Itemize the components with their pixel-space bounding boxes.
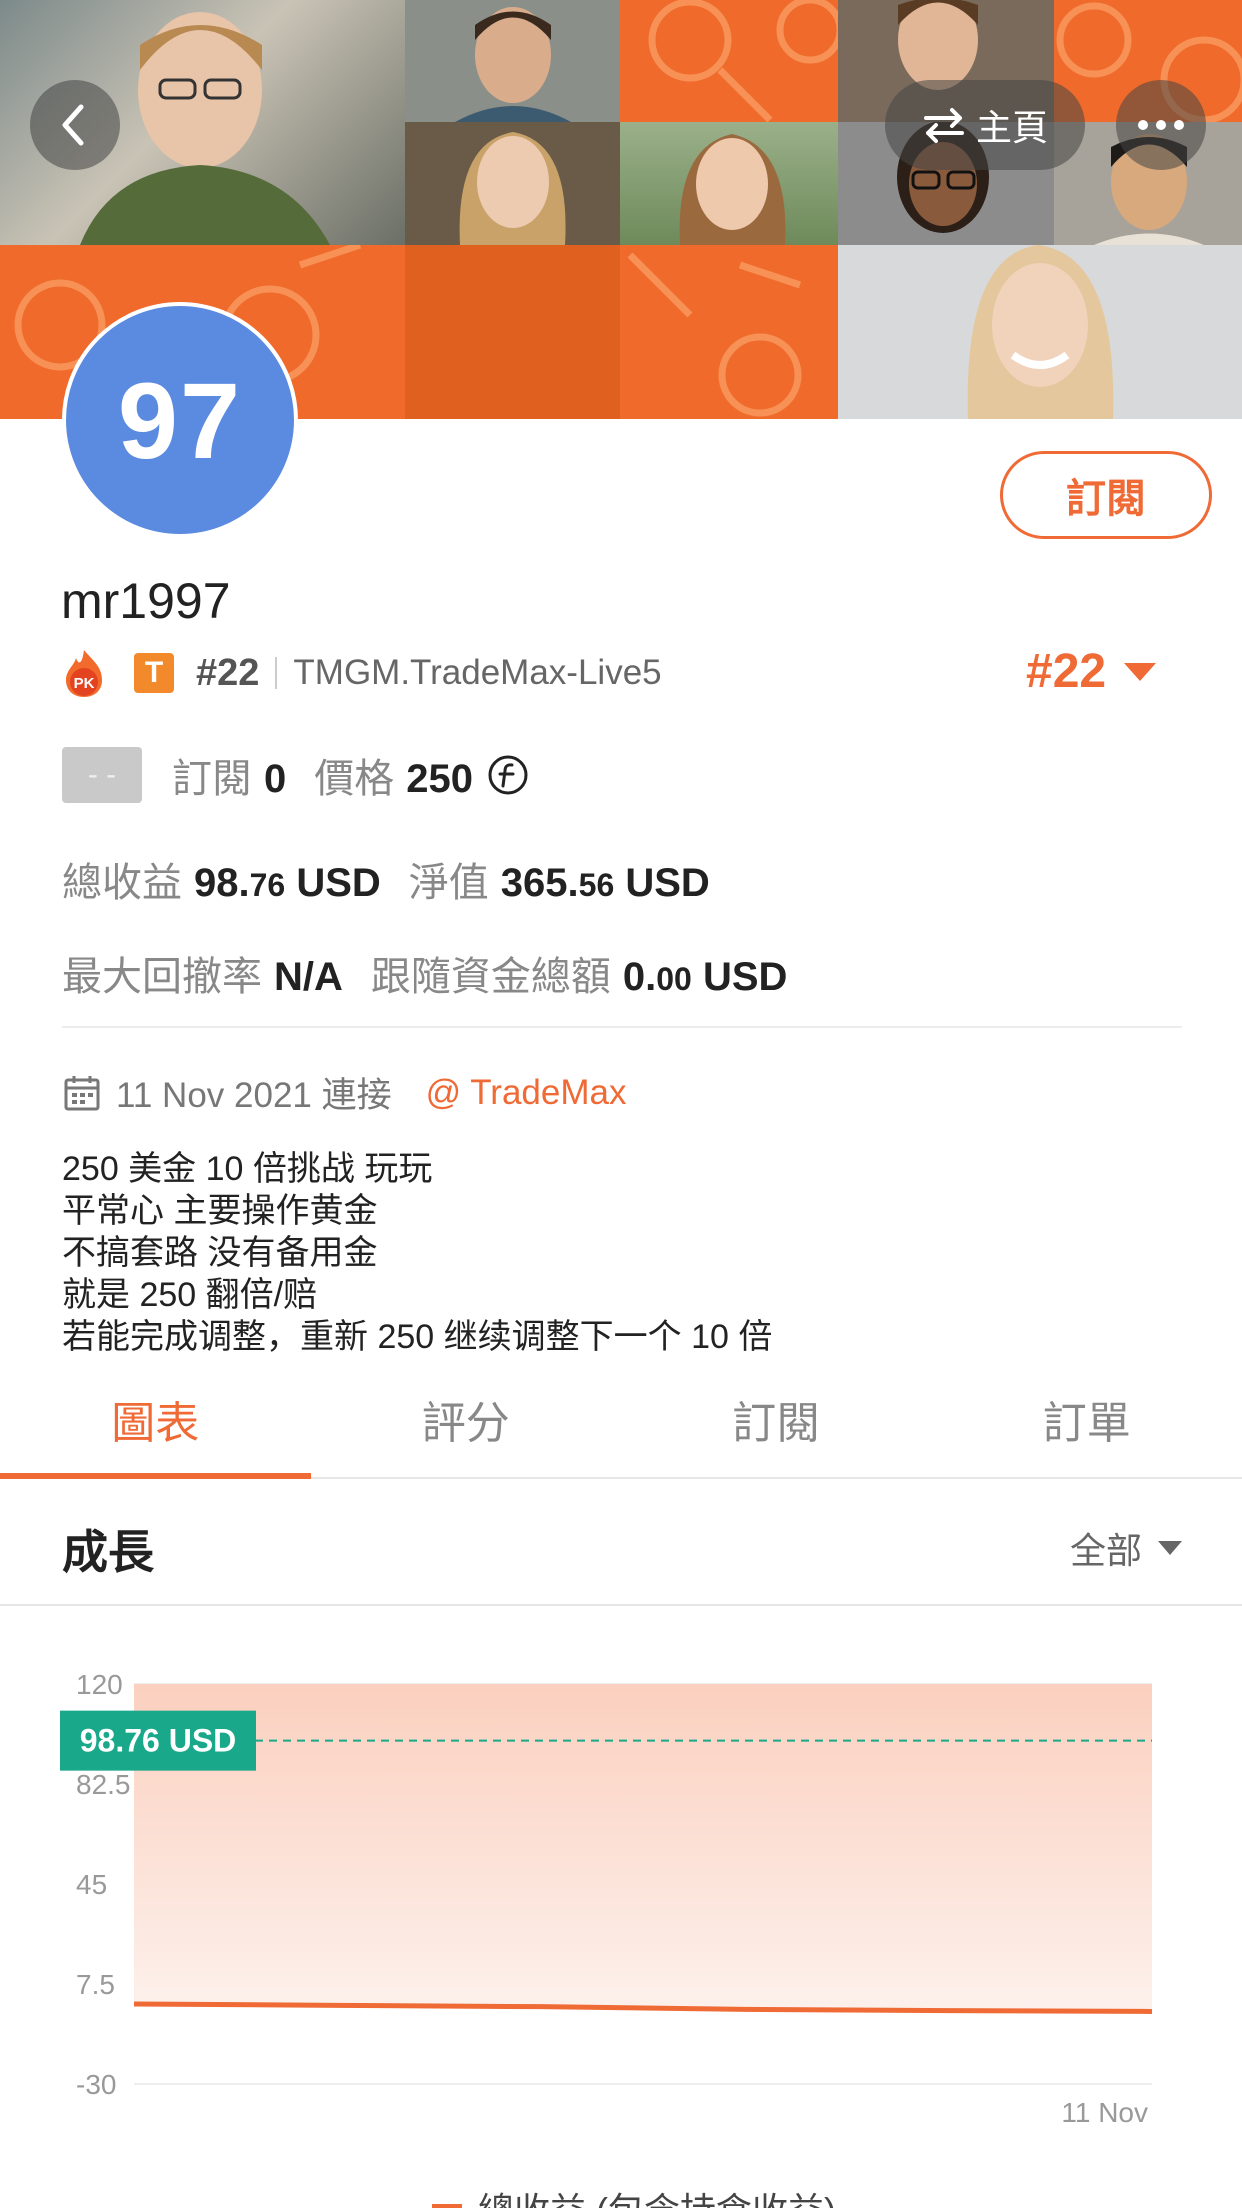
price-value: 250 bbox=[406, 757, 473, 801]
broker-link[interactable]: @ TradeMax bbox=[426, 1073, 627, 1113]
tab-chart[interactable]: 圖表 bbox=[0, 1375, 311, 1479]
total-profit-int: 98. bbox=[194, 861, 250, 905]
bio: 250 美金 10 倍挑战 玩玩 平常心 主要操作黄金 不搞套路 没有备用金 就… bbox=[62, 1148, 772, 1358]
bio-line: 若能完成调整，重新 250 继续调整下一个 10 倍 bbox=[62, 1318, 773, 1356]
equity-dec: 56 bbox=[578, 867, 615, 903]
pk-badge-text: PK bbox=[74, 675, 95, 692]
subscribe-button[interactable]: 訂閱 bbox=[1000, 451, 1212, 539]
max-drawdown-value: N/A bbox=[274, 955, 343, 999]
chevron-left-icon bbox=[62, 104, 84, 146]
more-button[interactable] bbox=[1116, 80, 1206, 170]
follow-funds-value: 0.00 USD bbox=[623, 955, 788, 1000]
badges-row: PK T #22 TMGM.TradeMax-Live5 bbox=[62, 646, 662, 700]
separator bbox=[275, 657, 278, 689]
total-profit-dec: 76 bbox=[249, 867, 286, 903]
tab-subscribe[interactable]: 訂閱 bbox=[621, 1375, 932, 1477]
tab-rating[interactable]: 評分 bbox=[311, 1375, 622, 1477]
equity-value: 365.56 USD bbox=[501, 861, 710, 906]
y-tick-label: -30 bbox=[76, 2069, 116, 2100]
banner-pattern-tile bbox=[620, 0, 838, 122]
rank-dropdown[interactable]: #22 bbox=[1026, 644, 1157, 699]
current-value-label: 98.76 USD bbox=[80, 1723, 237, 1759]
banner-pattern-tile bbox=[620, 245, 838, 419]
rank-small: #22 bbox=[196, 651, 260, 694]
equity-int: 365. bbox=[500, 861, 579, 905]
back-button[interactable] bbox=[30, 80, 120, 170]
avatar: 97 bbox=[62, 302, 298, 538]
legend-label: 總收益 (包含持倉收益) bbox=[478, 2182, 836, 2208]
x-tick-label: 11 Nov bbox=[1061, 2097, 1148, 2128]
follow-funds-unit: USD bbox=[702, 955, 788, 999]
tab-bar: 圖表 評分 訂閱 訂單 bbox=[0, 1375, 1242, 1479]
banner-photo-2 bbox=[405, 0, 620, 122]
divider bbox=[62, 1026, 1182, 1028]
equity-label: 淨值 bbox=[408, 861, 489, 905]
calendar-icon bbox=[64, 1075, 100, 1110]
follow-funds-int: 0. bbox=[622, 955, 657, 999]
banner-pattern-tile bbox=[405, 245, 620, 419]
stats-row-drawdown: 最大回撤率 N/A 跟隨資金總額 0.00 USD bbox=[62, 944, 815, 1002]
equity-unit: USD bbox=[625, 861, 710, 905]
banner-photo-5 bbox=[620, 122, 838, 245]
username: mr1997 bbox=[61, 573, 231, 629]
coin-icon bbox=[488, 755, 528, 795]
range-label: 全部 bbox=[1069, 1530, 1142, 1571]
subscribe-count-label: 訂閱 bbox=[172, 757, 252, 801]
range-selector[interactable]: 全部 bbox=[1070, 1522, 1182, 1574]
stats-row-profit: 總收益 98.76 USD 淨值 365.56 USD bbox=[62, 850, 738, 908]
caret-down-icon bbox=[1158, 1541, 1182, 1555]
stats-row-subscribe: - - 訂閱 0 價格 250 bbox=[62, 746, 529, 804]
subscribe-count-value: 0 bbox=[264, 757, 287, 801]
home-button[interactable]: 主頁 bbox=[885, 80, 1085, 170]
banner-photo-8 bbox=[838, 245, 1242, 419]
rank-big-label: #22 bbox=[1026, 645, 1107, 698]
join-row: 11 Nov 2021 連接 @ TradeMax bbox=[62, 1067, 626, 1118]
growth-chart-svg: 120 82.5 45 7.5 -30 98.76 USD 11 Nov bbox=[60, 1669, 1153, 2128]
y-tick-label: 120 bbox=[76, 1669, 123, 1700]
y-tick-label: 7.5 bbox=[76, 1969, 115, 2000]
total-profit-value: 98.76 USD bbox=[194, 861, 381, 906]
banner-photo-4 bbox=[405, 122, 620, 245]
bio-line: 不搞套路 没有备用金 bbox=[62, 1234, 378, 1272]
price-label: 價格 bbox=[314, 757, 395, 801]
server-name: TMGM.TradeMax-Live5 bbox=[293, 653, 662, 692]
chart-legend: 總收益 (包含持倉收益) bbox=[432, 2182, 836, 2208]
bio-line: 250 美金 10 倍挑战 玩玩 bbox=[62, 1150, 433, 1188]
follow-funds-dec: 00 bbox=[656, 961, 692, 997]
follow-funds-label: 跟隨資金總額 bbox=[370, 955, 611, 999]
bio-line: 平常心 主要操作黄金 bbox=[62, 1192, 378, 1230]
section-title: 成長 bbox=[62, 1526, 154, 1578]
total-profit-label: 總收益 bbox=[62, 861, 182, 905]
growth-section-header: 成長 全部 bbox=[0, 1480, 1242, 1606]
tab-orders[interactable]: 訂單 bbox=[932, 1375, 1242, 1477]
tier-badge: T bbox=[134, 653, 174, 693]
status-placeholder: - - bbox=[62, 747, 142, 803]
chart-area-band bbox=[134, 1684, 1152, 2012]
y-tick-label: 45 bbox=[76, 1869, 107, 1900]
pk-flame-icon: PK bbox=[62, 648, 106, 698]
more-dots-icon bbox=[1138, 120, 1184, 130]
total-profit-unit: USD bbox=[296, 861, 381, 905]
home-label: 主頁 bbox=[975, 107, 1048, 148]
legend-swatch bbox=[432, 2204, 462, 2208]
caret-down-icon bbox=[1124, 662, 1157, 681]
growth-chart: 120 82.5 45 7.5 -30 98.76 USD 11 Nov bbox=[0, 1640, 1242, 2208]
y-tick-label: 82.5 bbox=[76, 1769, 131, 1800]
swap-arrows-icon bbox=[923, 108, 964, 143]
join-date: 11 Nov 2021 連接 bbox=[116, 1076, 392, 1115]
max-drawdown-label: 最大回撤率 bbox=[62, 955, 262, 999]
bio-line: 就是 250 翻倍/赔 bbox=[62, 1276, 318, 1314]
